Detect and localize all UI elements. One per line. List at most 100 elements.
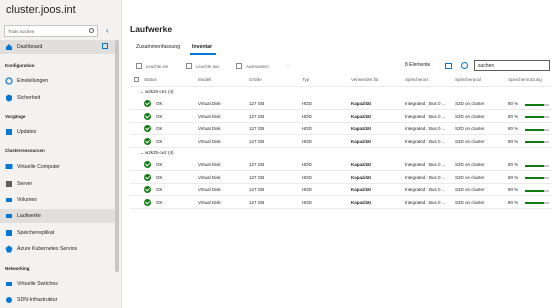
cell-usage: 80 % bbox=[508, 101, 519, 106]
cell-model: Virtual Disk bbox=[198, 199, 221, 205]
refresh-icon[interactable] bbox=[461, 62, 468, 69]
cell-used: Kapazität bbox=[351, 138, 372, 144]
usage-bar bbox=[525, 164, 549, 167]
sidebar-item-switches[interactable]: Virtuelle Switches bbox=[0, 277, 118, 291]
collapse-icon[interactable]: ‹ bbox=[106, 26, 109, 35]
search-input[interactable]: Tools suchen bbox=[4, 25, 98, 37]
sidebar-item-laufwerke[interactable]: Laufwerke bbox=[0, 209, 118, 223]
cell-status: OK bbox=[156, 101, 163, 106]
cell-type: HDD bbox=[302, 174, 312, 180]
light-icon bbox=[136, 63, 142, 69]
cell-size: 127 GB bbox=[249, 187, 265, 192]
more-button[interactable]: ··· bbox=[286, 63, 290, 68]
column-header-typ[interactable]: Typ bbox=[302, 77, 309, 82]
cell-used: Kapazität bbox=[351, 126, 372, 131]
sidebar-item-label: Updates bbox=[17, 129, 37, 135]
cell-model: Virtual Disk bbox=[198, 187, 221, 192]
cell-usage: 80 % bbox=[508, 199, 519, 205]
column-header-verwendet[interactable]: Verwendet für bbox=[351, 77, 379, 82]
cell-location: Integrated : Bus 0 ... bbox=[405, 126, 446, 131]
cell-model: Virtual Disk bbox=[198, 113, 221, 119]
remove-icon bbox=[236, 63, 242, 69]
cell-status: OK bbox=[156, 162, 163, 167]
row-divider bbox=[130, 109, 552, 110]
grid-view-icon[interactable] bbox=[445, 63, 452, 69]
usage-bar bbox=[525, 141, 549, 143]
usage-bar bbox=[525, 177, 549, 179]
table-search-input[interactable]: suchen bbox=[474, 60, 550, 71]
cell-status: OK bbox=[156, 174, 163, 180]
replica-icon bbox=[6, 230, 12, 236]
column-header-speicherpool[interactable]: Speicherpool bbox=[455, 77, 481, 82]
sidebar-item-speicherreplikat[interactable]: Speicherreplikat bbox=[0, 226, 118, 240]
light-on-label: Leuchte ein bbox=[146, 63, 169, 69]
row-divider bbox=[130, 170, 552, 171]
cell-location: Integrated : Bus 0 ... bbox=[405, 174, 446, 180]
item-count: 8 Elemente bbox=[405, 62, 431, 68]
status-ok-icon bbox=[144, 173, 151, 181]
column-header-speicherort[interactable]: Speicherort bbox=[405, 77, 428, 82]
sidebar-item-label: Azure Kubernetes Service bbox=[17, 246, 78, 252]
tab-inventar[interactable]: Inventar bbox=[192, 44, 212, 50]
sidebar-item-server[interactable]: Server bbox=[0, 177, 118, 191]
column-header-modell[interactable]: Modell bbox=[198, 77, 211, 82]
sidebar-item-vm[interactable]: Virtuelle Computer bbox=[0, 160, 118, 174]
updates-icon bbox=[6, 129, 12, 135]
group-header[interactable]: ⌄ w2k25-ce2 (4) bbox=[140, 150, 174, 156]
select-all-checkbox[interactable] bbox=[134, 77, 139, 82]
cell-pool: S2D on cluster bbox=[455, 101, 485, 106]
cell-size: 127 GB bbox=[249, 113, 265, 119]
status-ok-icon bbox=[144, 125, 151, 132]
light-off-label: Leuchte aus bbox=[196, 63, 220, 69]
row-divider bbox=[130, 121, 552, 123]
sidebar-item-einstellungen[interactable]: Einstellungen bbox=[0, 74, 118, 88]
light-on-button[interactable]: Leuchte ein bbox=[136, 63, 168, 69]
column-header-status[interactable]: Status bbox=[144, 77, 157, 82]
cell-type: HDD bbox=[302, 187, 312, 192]
cell-location: Integrated : Bus 0 ... bbox=[405, 101, 446, 106]
active-tab-indicator bbox=[190, 53, 216, 55]
usage-bar bbox=[525, 116, 549, 118]
open-external-icon[interactable] bbox=[102, 43, 108, 49]
status-ok-icon bbox=[144, 161, 151, 168]
cell-type: HDD bbox=[302, 138, 312, 144]
column-header-groesse[interactable]: Größe bbox=[249, 77, 262, 82]
cell-pool: S2D on cluster bbox=[455, 199, 485, 205]
cell-status: OK bbox=[156, 113, 163, 119]
drive-icon bbox=[6, 214, 12, 218]
sidebar-scrollbar[interactable] bbox=[115, 40, 119, 272]
left-nav: cluster.joos.int Tools suchen ‹ Dashboar… bbox=[0, 0, 122, 308]
cell-pool: S2D on cluster bbox=[455, 113, 485, 119]
cell-size: 127 GB bbox=[249, 126, 265, 131]
sidebar-item-sicherheit[interactable]: Sicherheit bbox=[0, 91, 118, 105]
cell-used: Kapazität bbox=[351, 187, 372, 192]
sidebar-item-sdn[interactable]: SDN-Infrastruktur bbox=[0, 293, 118, 307]
cell-type: HDD bbox=[302, 126, 312, 131]
group-header[interactable]: ⌄ w2k25-ce1 (4) bbox=[140, 89, 174, 95]
sidebar-item-dashboard[interactable]: Dashboard bbox=[0, 40, 118, 54]
tab-zusammenfassung[interactable]: Zusammenfassung bbox=[136, 44, 180, 50]
cell-usage: 80 % bbox=[508, 126, 519, 131]
cell-status: OK bbox=[156, 187, 163, 192]
server-icon bbox=[6, 181, 12, 187]
cell-location: Integrated : Bus 0 ... bbox=[405, 199, 446, 205]
cell-status: OK bbox=[156, 126, 163, 131]
sidebar-item-updates[interactable]: Updates bbox=[0, 125, 118, 139]
sidebar-item-label: Einstellungen bbox=[17, 78, 49, 84]
sidebar-item-label: Volumes bbox=[17, 197, 37, 203]
row-divider bbox=[130, 182, 552, 184]
volume-icon bbox=[6, 198, 12, 202]
row-divider bbox=[130, 146, 552, 148]
cell-size: 127 GB bbox=[249, 174, 265, 180]
cluster-title: cluster.joos.int bbox=[6, 4, 76, 16]
remove-button[interactable]: Ausmustern bbox=[236, 63, 269, 69]
remove-label: Ausmustern bbox=[246, 63, 269, 69]
sidebar-item-volumes[interactable]: Volumes bbox=[0, 193, 118, 207]
cell-location: Integrated : Bus 0 ... bbox=[405, 138, 446, 144]
column-header-speichernutzung[interactable]: Speichernutzung bbox=[508, 77, 542, 82]
sidebar-item-aks[interactable]: Azure Kubernetes Service bbox=[0, 242, 118, 256]
row-divider bbox=[130, 195, 552, 196]
cell-location: Integrated : Bus 0 ... bbox=[405, 113, 446, 119]
usage-bar-fill bbox=[525, 141, 545, 143]
light-off-button[interactable]: Leuchte aus bbox=[186, 63, 219, 69]
